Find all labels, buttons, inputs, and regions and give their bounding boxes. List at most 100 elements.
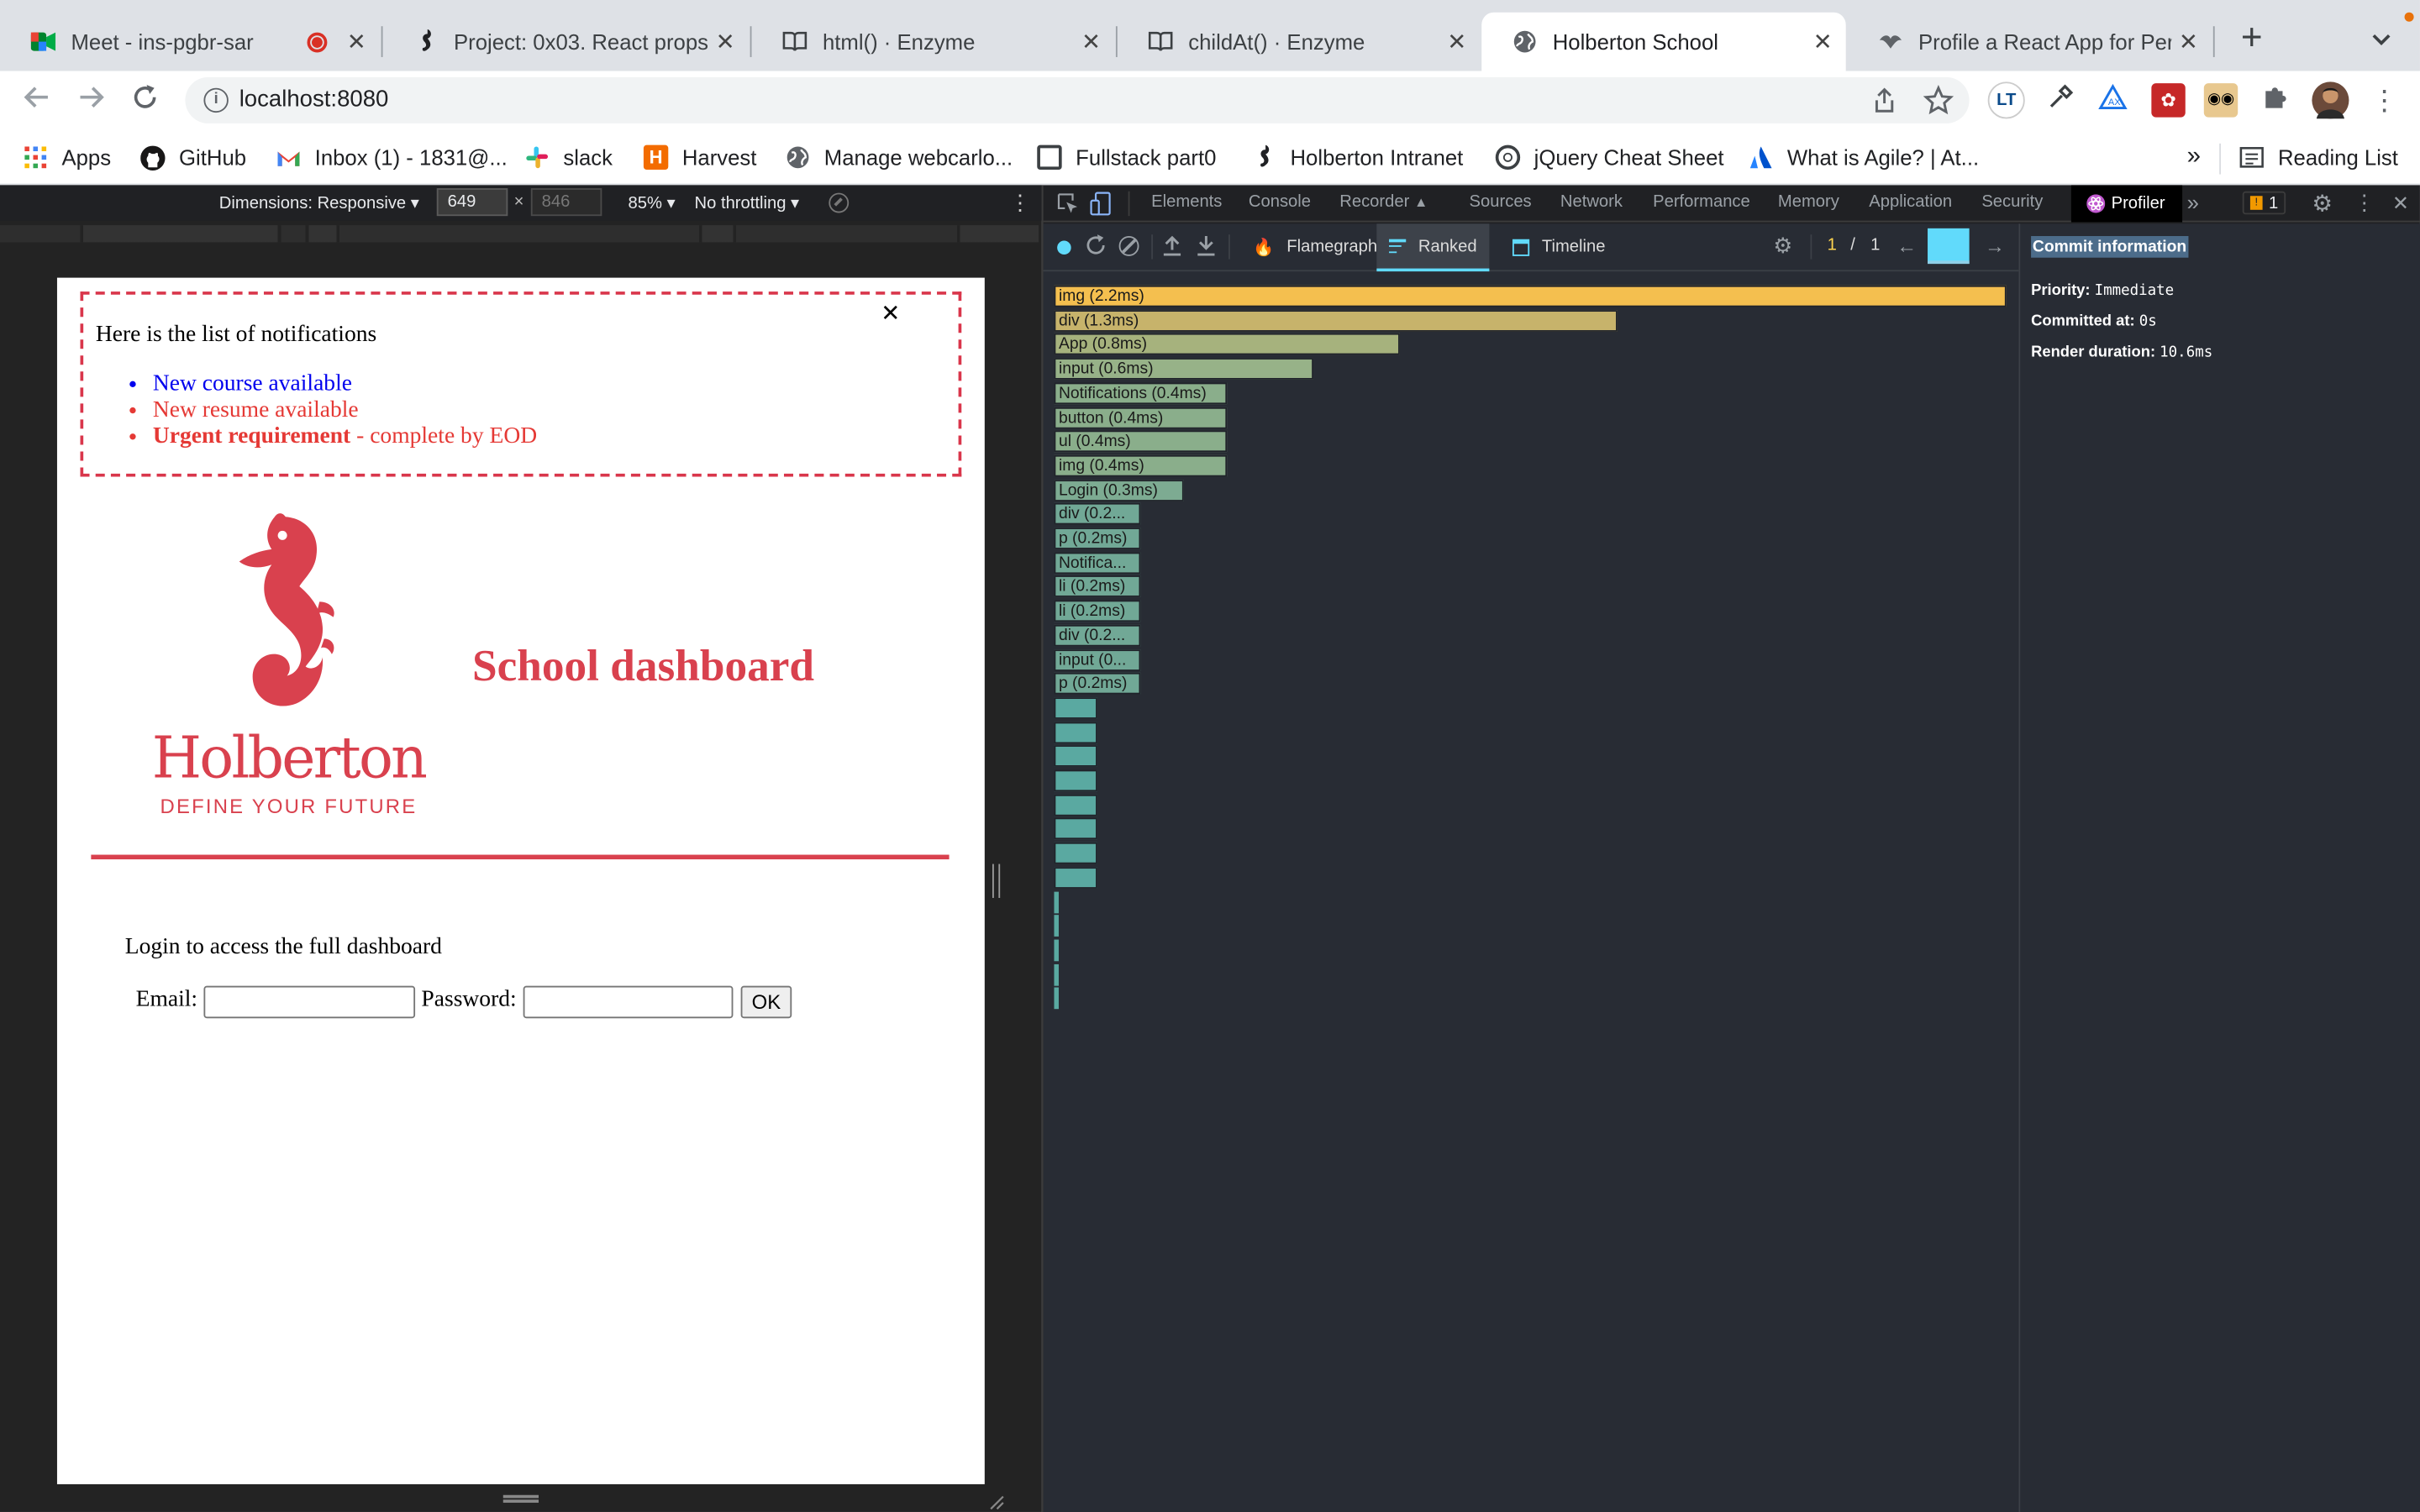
devtools-more-icon[interactable]: ⋮ (2354, 190, 2375, 216)
ranked-bar[interactable] (1054, 769, 1097, 792)
tab-memory[interactable]: Memory (1778, 193, 1839, 212)
cookie-extension-icon[interactable]: ◉◉ (2203, 83, 2238, 118)
ranked-bar[interactable] (1054, 963, 1059, 985)
devtools-close-icon[interactable]: ✕ (2392, 192, 2409, 216)
ranked-bar[interactable] (1054, 866, 1097, 889)
ranked-bar[interactable] (1054, 915, 1059, 937)
password-input[interactable] (523, 985, 734, 1019)
more-bookmarks-chevron[interactable]: » (2187, 142, 2201, 173)
viewport-right-resize-handle[interactable] (992, 864, 1001, 898)
ranked-bar[interactable] (1054, 745, 1097, 768)
ranked-bar[interactable] (1054, 843, 1097, 864)
device-toolbar-more-icon[interactable]: ⋮ (1009, 190, 1031, 216)
inspect-element-icon[interactable] (1057, 193, 1079, 215)
close-tab-icon[interactable]: ✕ (1806, 28, 1839, 55)
ranked-bar[interactable] (1054, 890, 1059, 913)
bookmark-slack[interactable]: slack (524, 142, 613, 173)
tab-console[interactable]: Console (1249, 193, 1311, 212)
reload-and-profile-icon[interactable] (1085, 234, 1107, 256)
ranked-bar[interactable]: Login (0.3ms) (1054, 479, 1184, 501)
forward-arrow-icon[interactable] (74, 83, 108, 117)
ranked-bar[interactable]: li (0.2ms) (1054, 600, 1141, 622)
close-tab-icon[interactable]: ✕ (1074, 28, 1107, 55)
url-text[interactable]: localhost:8080 (239, 87, 389, 113)
ranked-bar[interactable]: Notifica... (1054, 551, 1141, 574)
close-tab-icon[interactable]: ✕ (339, 28, 373, 55)
ranked-bar[interactable]: img (2.2ms) (1054, 285, 2007, 307)
ranked-bar[interactable]: div (1.3ms) (1054, 309, 1618, 332)
close-tab-icon[interactable]: ✕ (708, 28, 742, 55)
tab-project[interactable]: Project: 0x03. React props ✕ (383, 13, 749, 71)
next-commit-arrow-icon[interactable]: → (1985, 234, 2005, 258)
ranked-bar[interactable] (1054, 939, 1059, 962)
tab-application[interactable]: Application (1869, 193, 1952, 212)
tab-html-enzyme[interactable]: html() · Enzyme ✕ (751, 13, 1114, 71)
rotate-icon[interactable] (829, 192, 850, 213)
ranked-bar[interactable] (1054, 794, 1097, 816)
issues-badge[interactable]: ! 1 (2242, 191, 2286, 215)
record-icon[interactable] (1057, 240, 1071, 255)
ranked-bar[interactable]: p (0.2ms) (1054, 673, 1141, 695)
viewport-bottom-resize-handle[interactable] (502, 1494, 539, 1503)
previous-commit-arrow-icon[interactable]: ← (1897, 234, 1917, 258)
new-tab-plus-icon[interactable]: + (2235, 19, 2269, 56)
commit-snapshot-bar[interactable] (1928, 228, 1970, 265)
height-input[interactable]: 846 (530, 188, 602, 217)
notification-item[interactable]: Urgent requirement - complete by EOD (153, 424, 537, 450)
load-profile-icon[interactable] (1162, 234, 1182, 256)
tab-meet[interactable]: Meet - ins-pgbr-sar ✕ (0, 13, 380, 71)
back-arrow-icon[interactable] (20, 83, 54, 117)
address-bar[interactable]: i localhost:8080 (185, 76, 1970, 123)
bookmark-holberton-intranet[interactable]: Holberton Intranet (1252, 142, 1463, 173)
ranked-bar[interactable]: input (0... (1054, 648, 1141, 671)
bookmark-github[interactable]: GitHub (140, 142, 246, 173)
devtools-settings-icon[interactable]: ⚙ (2312, 190, 2333, 218)
save-profile-icon[interactable] (1196, 234, 1216, 256)
extensions-puzzle-icon[interactable] (2258, 83, 2291, 117)
zoom-dropdown[interactable]: 85% ▾ (629, 193, 676, 213)
ranked-bar[interactable]: ul (0.4ms) (1054, 430, 1228, 453)
device-toggle-icon[interactable] (1090, 192, 1112, 216)
clear-profile-icon[interactable] (1118, 236, 1139, 256)
ranked-bar[interactable]: input (0.6ms) (1054, 358, 1314, 381)
mode-timeline[interactable]: Timeline (1503, 223, 1615, 270)
notification-item[interactable]: New resume available (153, 398, 537, 424)
profile-avatar[interactable] (2312, 81, 2349, 119)
tab-security[interactable]: Security (1981, 193, 2043, 212)
ranked-bar[interactable]: img (0.4ms) (1054, 454, 1228, 477)
close-tab-icon[interactable]: ✕ (2171, 28, 2205, 55)
close-notifications-button[interactable]: ✕ (876, 299, 904, 327)
width-input[interactable]: 649 (436, 188, 508, 217)
ok-button[interactable]: OK (740, 985, 792, 1019)
notification-item[interactable]: New course available (153, 372, 537, 398)
tab-performance[interactable]: Performance (1653, 193, 1750, 212)
more-tabs-chevron[interactable]: » (2187, 190, 2199, 214)
tab-profiler[interactable]: Profiler (2070, 185, 2183, 223)
ranked-bar[interactable]: p (0.2ms) (1054, 528, 1141, 549)
throttling-dropdown[interactable]: No throttling ▾ (695, 193, 800, 213)
redux-extension-icon[interactable]: ✿ (2151, 83, 2186, 118)
ranked-bar[interactable]: button (0.4ms) (1054, 406, 1228, 428)
tab-sources[interactable]: Sources (1470, 193, 1532, 212)
bookmark-harvest[interactable]: H Harvest (643, 142, 756, 173)
media-query-bar[interactable] (0, 225, 1039, 243)
email-input[interactable] (203, 985, 416, 1019)
bookmark-webcarlo[interactable]: Manage webcarlo... (786, 142, 1013, 173)
ranked-bar[interactable]: div (0.2... (1054, 624, 1141, 647)
bookmark-star-icon[interactable] (1923, 85, 1954, 116)
profiler-settings-icon[interactable]: ⚙ (1773, 233, 1792, 259)
tab-search-chevron-icon[interactable] (2366, 24, 2397, 55)
dimensions-dropdown[interactable]: Dimensions: Responsive ▾ (219, 193, 419, 213)
ranked-bar[interactable] (1054, 721, 1097, 743)
eyedropper-extension-icon[interactable] (2044, 83, 2077, 117)
tab-profile-react[interactable]: Profile a React App for Perf ✕ (1848, 13, 2212, 71)
close-tab-icon[interactable]: ✕ (1440, 28, 1474, 55)
ranked-bar[interactable]: App (0.8ms) (1054, 333, 1401, 356)
tab-childat-enzyme[interactable]: childAt() · Enzyme ✕ (1118, 13, 1481, 71)
ax-extension-icon[interactable]: AX (2096, 83, 2129, 117)
tab-network[interactable]: Network (1560, 193, 1623, 212)
ranked-bar[interactable]: div (0.2... (1054, 503, 1141, 526)
tab-recorder[interactable]: Recorder ▲ (1339, 193, 1428, 212)
ranked-bar[interactable] (1054, 818, 1097, 840)
bookmark-gmail[interactable]: Inbox (1) - 1831@... (276, 142, 508, 173)
